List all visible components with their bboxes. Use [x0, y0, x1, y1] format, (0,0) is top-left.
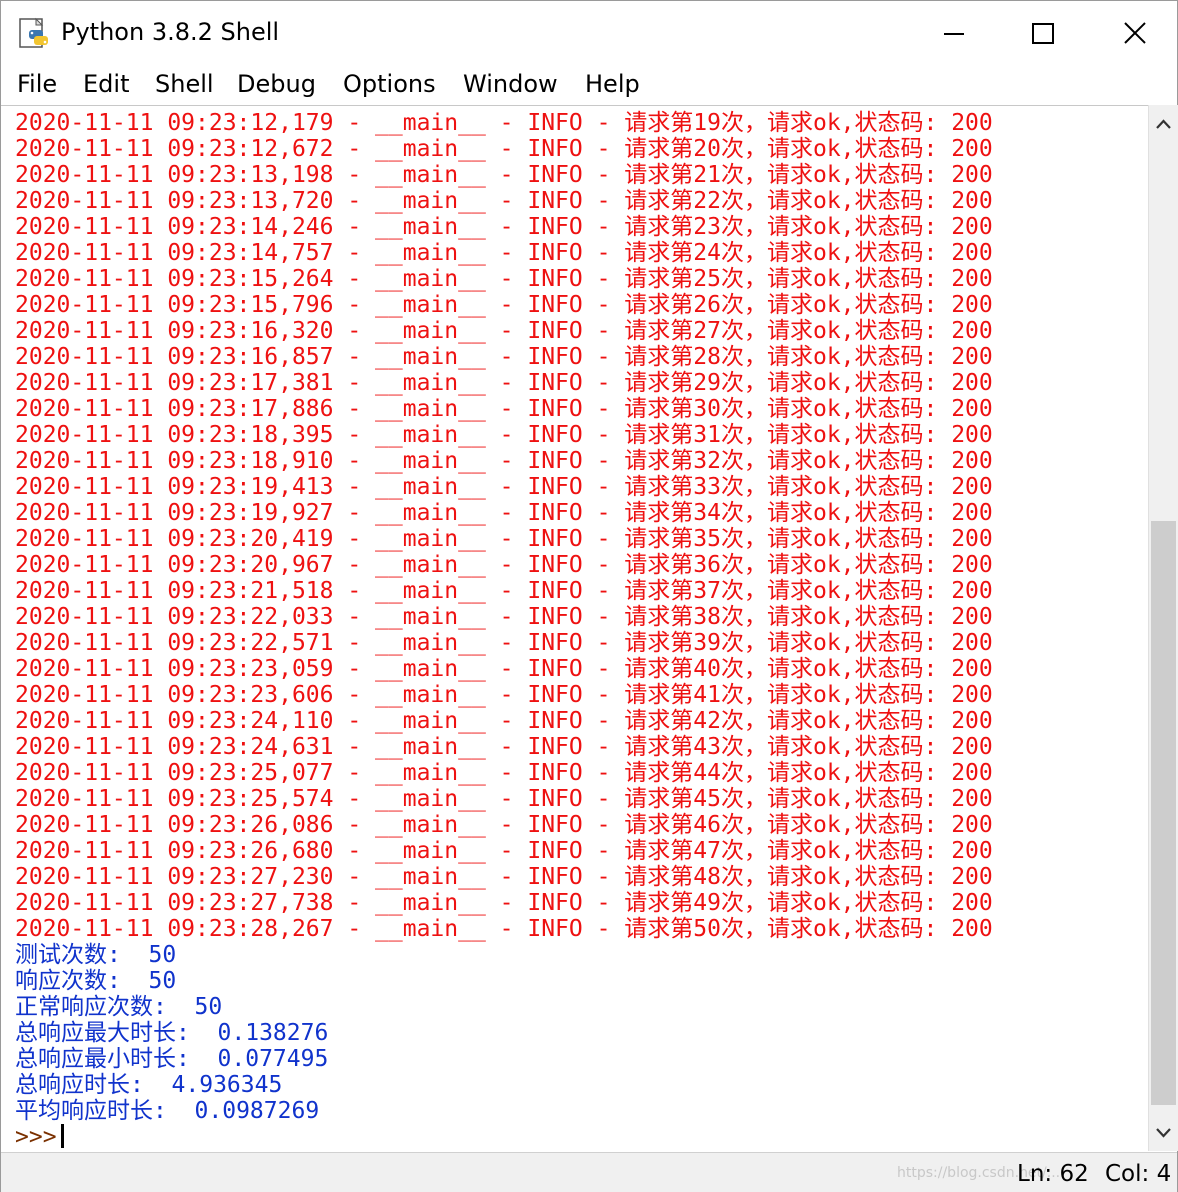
maximize-button[interactable] [998, 1, 1088, 63]
log-line: 2020-11-11 09:23:16,857 - __main__ - INF… [15, 344, 993, 370]
status-bar: https://blog.csdn.net/... Ln: 62 Col: 4 [1, 1152, 1177, 1192]
maximize-icon [1032, 23, 1054, 44]
vertical-scrollbar[interactable] [1148, 105, 1178, 1151]
log-line: 2020-11-11 09:23:13,198 - __main__ - INF… [15, 162, 993, 188]
log-line: 2020-11-11 09:23:14,246 - __main__ - INF… [15, 214, 993, 240]
log-line: 2020-11-11 09:23:24,631 - __main__ - INF… [15, 734, 993, 760]
text-cursor [60, 1124, 64, 1148]
log-line: 2020-11-11 09:23:20,419 - __main__ - INF… [15, 526, 993, 552]
window-title: Python 3.8.2 Shell [61, 18, 280, 46]
menu-options[interactable]: Options [343, 68, 436, 100]
scroll-down-button[interactable] [1149, 1115, 1178, 1151]
stat-line-normal-response-count: 正常响应次数: 50 [15, 994, 223, 1020]
log-line: 2020-11-11 09:23:12,179 - __main__ - INF… [15, 110, 993, 136]
menu-help[interactable]: Help [585, 68, 640, 100]
log-line: 2020-11-11 09:23:19,413 - __main__ - INF… [15, 474, 993, 500]
shell-prompt: >>> [15, 1124, 57, 1150]
chevron-down-icon [1156, 1128, 1171, 1138]
title-bar[interactable]: Python 3.8.2 Shell [1, 1, 1177, 63]
stat-line-min-duration: 总响应最小时长: 0.077495 [15, 1046, 329, 1072]
status-column-number: Col: 4 [1105, 1161, 1172, 1187]
log-line: 2020-11-11 09:23:25,574 - __main__ - INF… [15, 786, 993, 812]
log-line: 2020-11-11 09:23:15,264 - __main__ - INF… [15, 266, 993, 292]
log-line: 2020-11-11 09:23:26,086 - __main__ - INF… [15, 812, 993, 838]
log-line: 2020-11-11 09:23:19,927 - __main__ - INF… [15, 500, 993, 526]
stat-line-test-count: 测试次数: 50 [15, 942, 177, 968]
log-line: 2020-11-11 09:23:13,720 - __main__ - INF… [15, 188, 993, 214]
menu-file[interactable]: File [17, 68, 57, 100]
close-icon [1124, 22, 1146, 44]
log-line: 2020-11-11 09:23:22,571 - __main__ - INF… [15, 630, 993, 656]
close-button[interactable] [1087, 1, 1177, 63]
python-idle-icon [19, 17, 48, 48]
idle-shell-window: Python 3.8.2 Shell File Edit Shell Debug… [0, 0, 1178, 1192]
log-line: 2020-11-11 09:23:23,606 - __main__ - INF… [15, 682, 993, 708]
stat-line-total-duration: 总响应时长: 4.936345 [15, 1072, 283, 1098]
status-line-number: Ln: 62 [1017, 1161, 1089, 1187]
log-line: 2020-11-11 09:23:28,267 - __main__ - INF… [15, 916, 993, 942]
log-line: 2020-11-11 09:23:24,110 - __main__ - INF… [15, 708, 993, 734]
log-line: 2020-11-11 09:23:25,077 - __main__ - INF… [15, 760, 993, 786]
log-line: 2020-11-11 09:23:27,230 - __main__ - INF… [15, 864, 993, 890]
log-line: 2020-11-11 09:23:27,738 - __main__ - INF… [15, 890, 993, 916]
menu-window[interactable]: Window [463, 68, 558, 100]
log-line: 2020-11-11 09:23:23,059 - __main__ - INF… [15, 656, 993, 682]
shell-prompt-line[interactable]: >>> [15, 1124, 1145, 1150]
log-line: 2020-11-11 09:23:18,395 - __main__ - INF… [15, 422, 993, 448]
log-line: 2020-11-11 09:23:12,672 - __main__ - INF… [15, 136, 993, 162]
minimize-icon [944, 33, 964, 35]
chevron-up-icon [1156, 119, 1171, 129]
scroll-up-button[interactable] [1149, 105, 1178, 141]
stat-line-response-count: 响应次数: 50 [15, 968, 177, 994]
log-line: 2020-11-11 09:23:14,757 - __main__ - INF… [15, 240, 993, 266]
menu-bar: File Edit Shell Debug Options Window Hel… [1, 63, 1177, 105]
menu-edit[interactable]: Edit [83, 68, 129, 100]
log-line: 2020-11-11 09:23:20,967 - __main__ - INF… [15, 552, 993, 578]
shell-lines: 2020-11-11 09:23:12,179 - __main__ - INF… [15, 110, 1145, 1150]
log-line: 2020-11-11 09:23:17,381 - __main__ - INF… [15, 370, 993, 396]
menu-shell[interactable]: Shell [155, 68, 214, 100]
log-line: 2020-11-11 09:23:17,886 - __main__ - INF… [15, 396, 993, 422]
shell-output-area[interactable]: 2020-11-11 09:23:12,179 - __main__ - INF… [1, 105, 1148, 1152]
log-line: 2020-11-11 09:23:26,680 - __main__ - INF… [15, 838, 993, 864]
scroll-thumb[interactable] [1151, 521, 1176, 1105]
stat-line-average-duration: 平均响应时长: 0.0987269 [15, 1098, 320, 1124]
minimize-button[interactable] [908, 1, 998, 63]
log-line: 2020-11-11 09:23:15,796 - __main__ - INF… [15, 292, 993, 318]
stat-line-max-duration: 总响应最大时长: 0.138276 [15, 1020, 329, 1046]
log-line: 2020-11-11 09:23:21,518 - __main__ - INF… [15, 578, 993, 604]
log-line: 2020-11-11 09:23:18,910 - __main__ - INF… [15, 448, 993, 474]
log-line: 2020-11-11 09:23:22,033 - __main__ - INF… [15, 604, 993, 630]
log-line: 2020-11-11 09:23:16,320 - __main__ - INF… [15, 318, 993, 344]
menu-debug[interactable]: Debug [237, 68, 316, 100]
